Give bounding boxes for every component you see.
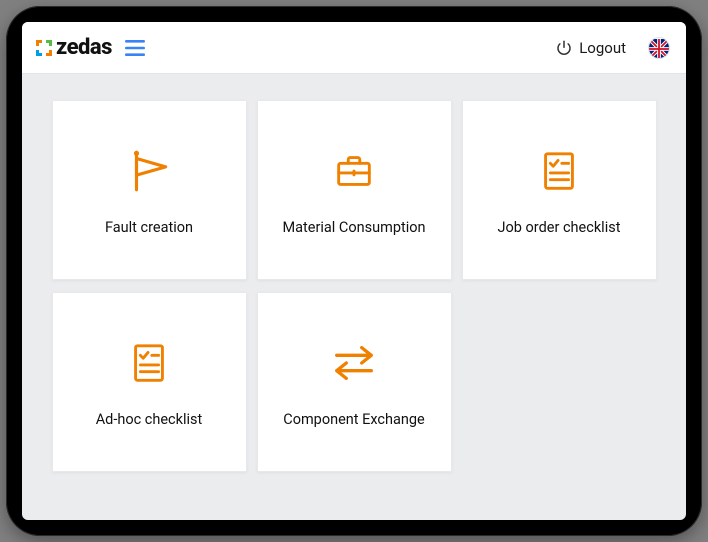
tile-adhoc-checklist[interactable]: Ad-hoc checklist [52,292,247,472]
logout-button[interactable]: Logout [555,39,626,57]
brand-logo: zedas [34,35,112,60]
tile-grid: Fault creation Material Consumption [52,100,657,472]
tile-job-order-checklist[interactable]: Job order checklist [462,100,657,280]
tile-fault-creation[interactable]: Fault creation [52,100,247,280]
checklist-icon [538,145,580,197]
uk-flag-icon [649,38,669,59]
tile-label: Component Exchange [283,411,424,428]
top-bar: zedas Logout [22,22,686,74]
logout-label: Logout [579,39,626,57]
brand-mark-icon [34,38,54,58]
brand-name: zedas [56,35,112,60]
briefcase-icon [331,145,377,197]
menu-button[interactable] [124,37,146,59]
power-icon [555,39,573,57]
menu-icon [125,40,145,56]
tablet-frame: zedas Logout [6,6,702,536]
tile-label: Ad-hoc checklist [96,411,203,428]
tile-component-exchange[interactable]: Component Exchange [257,292,452,472]
tile-label: Job order checklist [498,219,621,236]
tile-label: Fault creation [105,219,193,236]
app-screen: zedas Logout [22,22,686,520]
tile-label: Material Consumption [282,219,425,236]
tile-material-consumption[interactable]: Material Consumption [257,100,452,280]
flag-icon [124,145,174,197]
checklist-icon [128,337,170,389]
language-button[interactable] [648,37,670,59]
swap-icon [329,337,379,389]
content-area: Fault creation Material Consumption [22,74,686,520]
